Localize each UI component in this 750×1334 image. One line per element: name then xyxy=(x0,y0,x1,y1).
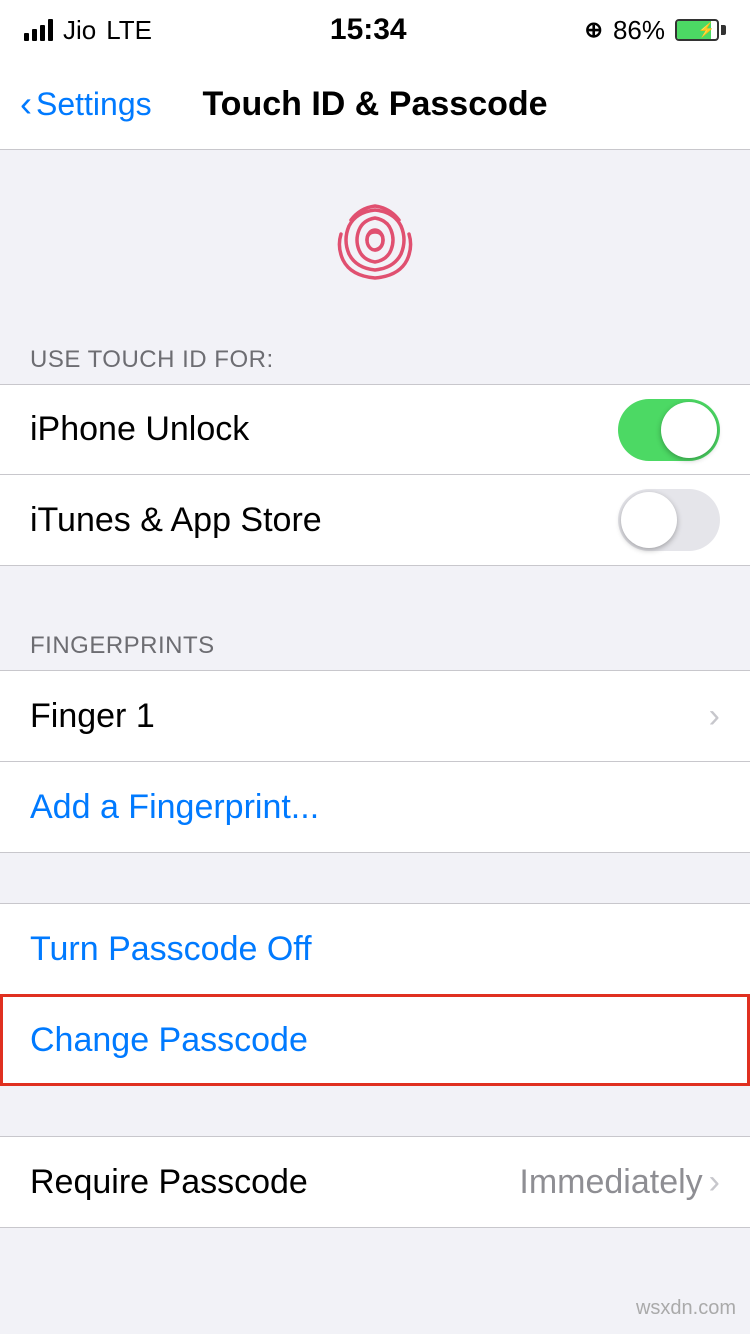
lock-icon: ⊕ xyxy=(585,17,603,43)
change-passcode-item[interactable]: Change Passcode xyxy=(0,995,750,1085)
spacer-3 xyxy=(0,1086,750,1136)
finger-1-item[interactable]: Finger 1 › xyxy=(0,671,750,761)
require-passcode-item[interactable]: Require Passcode Immediately › xyxy=(0,1137,750,1227)
watermark: wsxdn.com xyxy=(636,1297,736,1320)
carrier-label: Jio xyxy=(63,15,96,46)
turn-passcode-off-group: Turn Passcode Off xyxy=(0,903,750,995)
back-chevron-icon: ‹ xyxy=(20,86,32,122)
fingerprints-section-header: FINGERPRINTS xyxy=(0,616,750,670)
itunes-appstore-item: iTunes & App Store xyxy=(0,475,750,565)
require-passcode-group: Require Passcode Immediately › xyxy=(0,1136,750,1228)
fingerprints-list: Finger 1 › xyxy=(0,670,750,762)
nav-bar: ‹ Settings Touch ID & Passcode xyxy=(0,60,750,150)
require-passcode-value: Immediately › xyxy=(519,1163,720,1202)
page-title: Touch ID & Passcode xyxy=(202,85,547,124)
toggle-thumb xyxy=(661,402,717,458)
iphone-unlock-label: iPhone Unlock xyxy=(30,410,249,449)
touch-id-list: iPhone Unlock iTunes & App Store xyxy=(0,384,750,566)
spacer-2 xyxy=(0,853,750,903)
add-fingerprint-group: Add a Fingerprint... xyxy=(0,761,750,853)
turn-passcode-off-label: Turn Passcode Off xyxy=(30,930,312,969)
chevron-right-icon: › xyxy=(709,697,720,736)
itunes-appstore-label: iTunes & App Store xyxy=(30,501,322,540)
status-bar: Jio LTE 15:34 ⊕ 86% ⚡ xyxy=(0,0,750,60)
iphone-unlock-toggle[interactable] xyxy=(618,399,720,461)
back-label: Settings xyxy=(36,86,152,123)
battery-icon: ⚡ xyxy=(675,19,726,41)
finger-1-label: Finger 1 xyxy=(30,697,155,736)
require-passcode-chevron: › xyxy=(709,1163,720,1202)
require-passcode-label: Require Passcode xyxy=(30,1163,308,1202)
turn-passcode-off-item[interactable]: Turn Passcode Off xyxy=(0,904,750,994)
spacer-1 xyxy=(0,566,750,616)
toggle-thumb-2 xyxy=(621,492,677,548)
network-label: LTE xyxy=(106,15,152,46)
touch-id-section-header: USE TOUCH ID FOR: xyxy=(0,330,750,384)
iphone-unlock-item: iPhone Unlock xyxy=(0,385,750,475)
back-button[interactable]: ‹ Settings xyxy=(20,86,152,123)
add-fingerprint-label: Add a Fingerprint... xyxy=(30,788,319,827)
time-label: 15:34 xyxy=(330,13,407,47)
change-passcode-label: Change Passcode xyxy=(30,1021,308,1060)
signal-icon xyxy=(24,19,53,41)
change-passcode-group: Change Passcode xyxy=(0,994,750,1086)
battery-percent: 86% xyxy=(613,15,665,46)
itunes-appstore-toggle[interactable] xyxy=(618,489,720,551)
status-left: Jio LTE xyxy=(24,15,152,46)
status-right: ⊕ 86% ⚡ xyxy=(585,15,726,46)
fingerprint-section xyxy=(0,150,750,330)
fingerprint-icon xyxy=(325,190,425,290)
add-fingerprint-item[interactable]: Add a Fingerprint... xyxy=(0,762,750,852)
